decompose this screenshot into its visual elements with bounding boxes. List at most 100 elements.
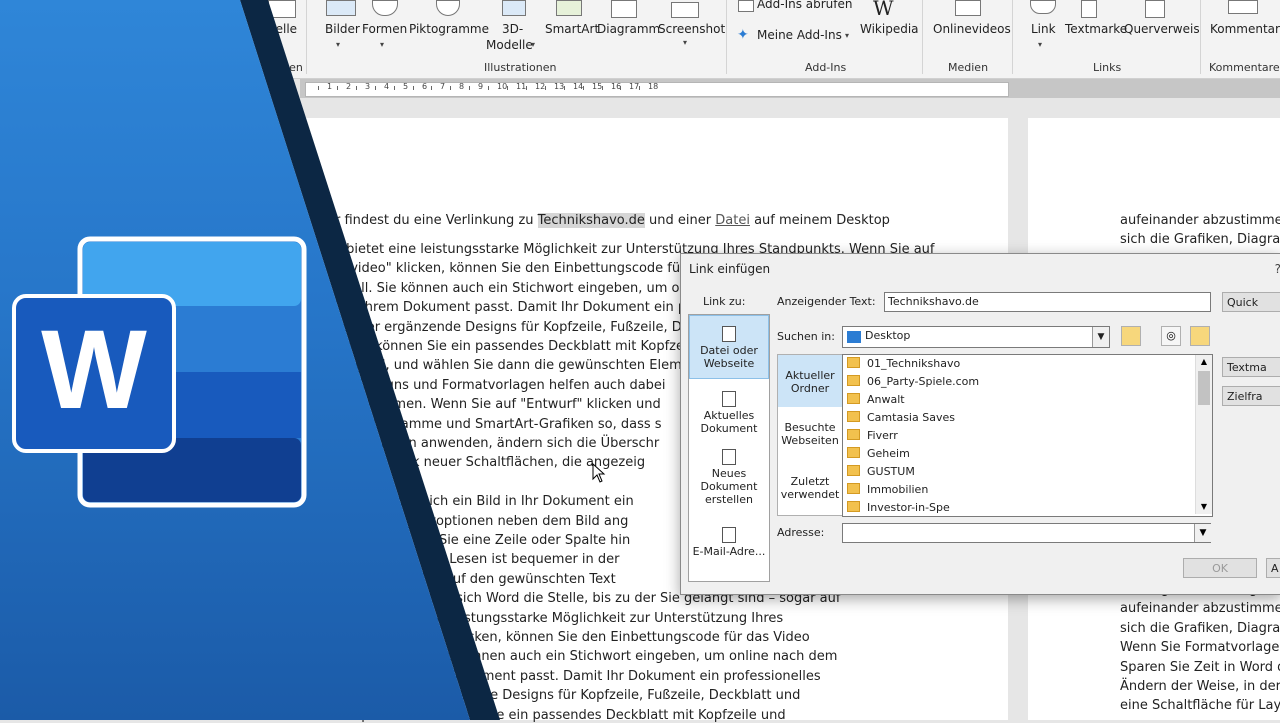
- wikipedia-button[interactable]: Wikipedia: [860, 22, 919, 36]
- file-list-item[interactable]: Geheim: [847, 447, 910, 460]
- store-icon[interactable]: [738, 0, 754, 12]
- file-list-item[interactable]: Immobilien: [847, 483, 928, 496]
- 3d-models-icon[interactable]: [502, 0, 526, 16]
- abbrechen-button[interactable]: A: [1266, 558, 1280, 578]
- page-2-line[interactable]: Ändern der Weise, in der si: [1120, 679, 1280, 694]
- page-2-line[interactable]: Sparen Sie Zeit in Word dar: [1120, 660, 1280, 675]
- bookmark-icon[interactable]: [1081, 0, 1097, 18]
- 3d-modelle-button-line1[interactable]: 3D-: [502, 22, 523, 36]
- online-video-icon[interactable]: [955, 0, 981, 16]
- link-button[interactable]: Link: [1031, 22, 1056, 36]
- globe-file-icon: [722, 326, 736, 342]
- file-list-item[interactable]: 06_Party-Spiele.com: [847, 375, 979, 388]
- document-line[interactable]: nander ergänzende Designs für Kopfzeile,…: [334, 320, 690, 335]
- querverweis-button[interactable]: Querverweis: [1124, 22, 1200, 36]
- file-name: Anwalt: [867, 393, 905, 406]
- file-list-scrollbar[interactable]: ▲ ▼: [1195, 355, 1212, 514]
- chevron-down-icon[interactable]: ▼: [1092, 327, 1109, 347]
- hyperlink-datei[interactable]: Datei: [715, 213, 750, 228]
- textmarke-button[interactable]: Textmarke: [1065, 22, 1127, 36]
- ruler-tick: [356, 86, 357, 90]
- document-line[interactable]: n soll. Sie können auch ein Stichwort ei…: [334, 281, 703, 296]
- addins-abrufen-button[interactable]: Add-Ins abrufen: [757, 0, 853, 11]
- smartart-button[interactable]: SmartArt: [545, 22, 599, 36]
- ruler-number: 13: [554, 82, 565, 91]
- screenshot-icon[interactable]: [671, 2, 699, 18]
- formen-dropdown-icon[interactable]: ▾: [380, 40, 384, 49]
- page-2-line[interactable]: aufeinander abzustimmen.: [1120, 601, 1280, 616]
- page-2-line[interactable]: sich die Grafiken, Diagramm: [1120, 232, 1280, 247]
- scroll-up-icon[interactable]: ▲: [1196, 355, 1212, 369]
- adresse-input[interactable]: [842, 523, 1211, 543]
- wikipedia-icon[interactable]: W: [873, 0, 894, 20]
- folder-up-icon[interactable]: [1121, 326, 1141, 346]
- link-target-neues-dokument[interactable]: Neues Dokument erstellen: [689, 449, 769, 509]
- scroll-down-icon[interactable]: ▼: [1196, 500, 1212, 514]
- 3d-modelle-button-line2[interactable]: Modelle: [486, 38, 533, 52]
- comment-icon[interactable]: [1228, 0, 1258, 14]
- file-list-item[interactable]: GUSTUM: [847, 465, 915, 478]
- formen-button[interactable]: Formen: [362, 22, 407, 36]
- page-2-line[interactable]: eine Schaltfläche für Layou: [1120, 698, 1280, 713]
- suchen-in-select[interactable]: Desktop ▼: [842, 326, 1110, 348]
- browse-web-icon[interactable]: ◎: [1161, 326, 1181, 346]
- adresse-dropdown-icon[interactable]: ▼: [1194, 524, 1211, 542]
- page-2-line[interactable]: aufeinander abzustimmen.: [1120, 213, 1280, 228]
- ok-button[interactable]: OK: [1183, 558, 1257, 578]
- smartart-icon[interactable]: [556, 0, 582, 16]
- chart-icon[interactable]: [611, 0, 637, 18]
- piktogramme-button[interactable]: Piktogramme: [409, 22, 489, 36]
- kommentar-button[interactable]: Kommentar: [1210, 22, 1280, 36]
- bilder-button[interactable]: Bilder: [325, 22, 360, 36]
- document-line[interactable]: weise können Sie ein passendes Deckblatt…: [334, 339, 684, 354]
- file-list-item[interactable]: 01_Technikshavo: [847, 357, 960, 370]
- 3d-modelle-dropdown-icon[interactable]: ▾: [531, 40, 535, 49]
- scroll-thumb[interactable]: [1198, 371, 1210, 405]
- highlighted-text[interactable]: Technikshavo.de: [537, 213, 645, 228]
- desktop-folder-icon: [847, 331, 861, 343]
- meine-addins-button[interactable]: Meine Add-Ins: [757, 28, 842, 42]
- icons-icon[interactable]: [436, 0, 460, 16]
- page-2-line[interactable]: sich die Grafiken, Diagramm: [1120, 621, 1280, 636]
- file-list-item[interactable]: Anwalt: [847, 393, 905, 406]
- group-separator: [1200, 0, 1201, 74]
- help-button[interactable]: ?: [1275, 262, 1280, 276]
- file-name: Camtasia Saves: [867, 411, 955, 424]
- puzzle-icon[interactable]: ✦: [737, 27, 749, 43]
- file-list-item[interactable]: Fiverr: [847, 429, 898, 442]
- file-list-item[interactable]: Camtasia Saves: [847, 411, 955, 424]
- nav-aktueller-ordner[interactable]: Aktueller Ordner: [778, 355, 842, 407]
- bilder-dropdown-icon[interactable]: ▾: [336, 40, 340, 49]
- document-line[interactable]: r findest du eine Verlinkung zu Techniks…: [335, 213, 890, 228]
- browse-file-icon[interactable]: [1190, 326, 1210, 346]
- screenshot-button[interactable]: Screenshot: [658, 22, 725, 36]
- meine-addins-dropdown-icon[interactable]: ▾: [845, 31, 849, 40]
- cross-reference-icon[interactable]: [1145, 0, 1165, 18]
- group-illustrationen: Illustrationen: [484, 61, 557, 74]
- diagramm-button[interactable]: Diagramm: [597, 22, 660, 36]
- file-name: GUSTUM: [867, 465, 915, 478]
- file-list-item[interactable]: Investor-in-Spe: [847, 501, 950, 514]
- picture-icon[interactable]: [326, 0, 356, 16]
- document-line[interactable]: nevideo" klicken, können Sie den Einbett…: [334, 261, 713, 276]
- link-icon[interactable]: [1030, 0, 1056, 14]
- link-target-aktuelles-dokument[interactable]: Aktuelles Dokument: [689, 391, 769, 441]
- link-target-datei-webseite[interactable]: Datei oder Webseite: [689, 315, 769, 379]
- zielframe-button[interactable]: Zielfra: [1222, 386, 1280, 406]
- onlinevideos-button[interactable]: Onlinevideos: [933, 22, 1011, 36]
- quickinfo-button[interactable]: Quick: [1222, 292, 1280, 312]
- ruler-number: 5: [403, 82, 409, 91]
- document-line[interactable]: l zu Ihrem Dokument passt. Damit Ihr Dok…: [334, 300, 704, 315]
- nav-zuletzt-verwendet[interactable]: Zuletzt verwendet: [778, 475, 842, 501]
- file-name: 01_Technikshavo: [867, 357, 961, 370]
- page-2-line[interactable]: Wenn Sie Formatvorlagen a: [1120, 640, 1280, 655]
- link-target-email[interactable]: E-Mail-Adre...: [689, 527, 769, 567]
- textmarke-button[interactable]: Textma: [1222, 357, 1280, 377]
- anzeige-text-input[interactable]: Technikshavo.de: [884, 292, 1211, 312]
- shapes-icon[interactable]: [372, 0, 398, 16]
- link-dropdown-icon[interactable]: ▾: [1038, 40, 1042, 49]
- screenshot-dropdown-icon[interactable]: ▾: [683, 38, 687, 47]
- folder-icon: [847, 483, 860, 494]
- ruler-tick: [318, 86, 319, 90]
- nav-besuchte-webseiten[interactable]: Besuchte Webseiten: [778, 421, 842, 447]
